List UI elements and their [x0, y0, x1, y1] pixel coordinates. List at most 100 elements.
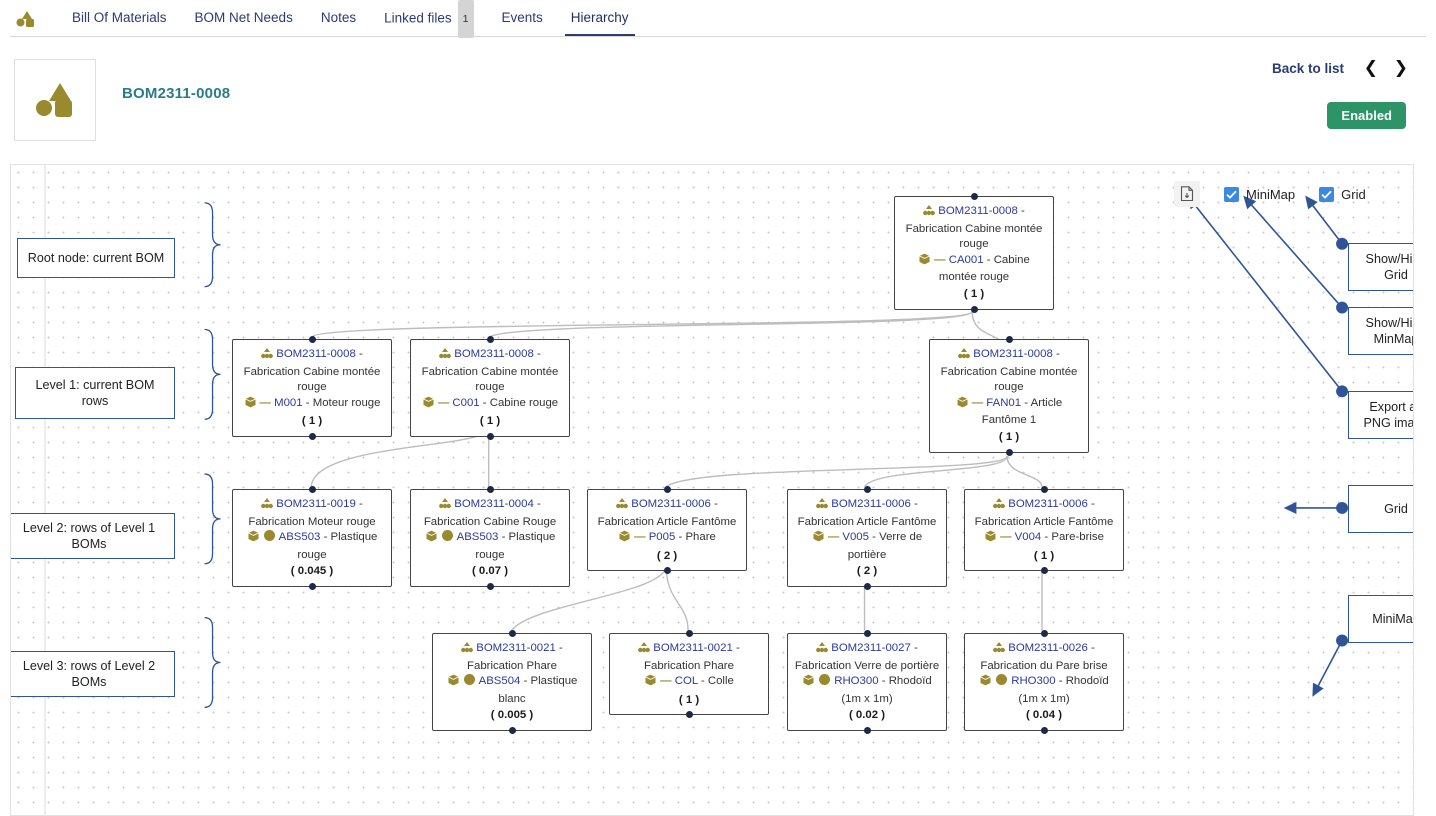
export-png-icon[interactable]	[1174, 181, 1200, 207]
tab-hierarchy[interactable]: Hierarchy	[557, 0, 643, 36]
bom-node-icon	[616, 498, 628, 515]
node-bom-desc: Fabrication Article Fantôme	[975, 516, 1114, 528]
node-port-bottom	[1006, 449, 1013, 456]
graph-node-l1-a[interactable]: BOM2311-0008 - Fabrication Cabine montée…	[232, 339, 392, 437]
chevron-left-icon[interactable]: ❮	[1364, 58, 1378, 78]
tab-bill-of-materials[interactable]: Bill Of Materials	[58, 0, 181, 36]
node-item-code[interactable]: CA001	[949, 254, 984, 266]
node-bom-desc: Fabrication Article Fantôme	[798, 516, 937, 528]
node-port-top	[309, 486, 316, 493]
grid-checkbox[interactable]	[1319, 187, 1334, 202]
graph-node-l3-d[interactable]: BOM2311-0026 - Fabrication du Pare brise…	[964, 633, 1124, 731]
minimap-checkbox[interactable]	[1224, 187, 1239, 202]
node-quantity: ( 0.02 )	[794, 708, 940, 724]
callout-show-hide-minimap: Show/Hide MinMap	[1348, 307, 1414, 355]
node-quantity: ( 0.04 )	[971, 708, 1117, 724]
tab-linked-files[interactable]: Linked files1	[370, 0, 487, 36]
package-icon	[422, 396, 435, 414]
graph-node-l3-c[interactable]: BOM2311-0027 - Fabrication Verre de port…	[787, 633, 947, 731]
graph-node-l2-b[interactable]: BOM2311-0004 - Fabrication Cabine Rouge …	[410, 489, 570, 587]
tab-events[interactable]: Events	[488, 0, 557, 36]
node-item-code[interactable]: P005	[649, 531, 676, 543]
node-bom-desc: Fabrication Cabine montée rouge	[244, 366, 381, 394]
node-bom-code[interactable]: BOM2311-0006	[631, 498, 711, 510]
node-item-code[interactable]: V004	[1015, 531, 1042, 543]
node-port-bottom	[864, 583, 871, 590]
linked-files-count-badge: 1	[458, 0, 474, 38]
node-bom-code[interactable]: BOM2311-0021	[476, 642, 556, 654]
node-bom-code[interactable]: BOM2311-0008	[973, 348, 1053, 360]
graph-node-l2-e[interactable]: BOM2311-0006 - Fabrication Article Fantô…	[964, 489, 1124, 571]
bom-node-icon	[958, 348, 970, 365]
node-port-bottom	[509, 727, 516, 734]
node-port-top	[509, 630, 516, 637]
node-item-code[interactable]: ABS503	[457, 531, 499, 543]
node-bom-code[interactable]: BOM2311-0006	[1008, 498, 1088, 510]
back-to-list-link[interactable]: Back to list	[1272, 61, 1344, 76]
node-item-code[interactable]: C001	[452, 397, 479, 409]
node-port-bottom	[487, 583, 494, 590]
annotation-level-1: Level 1: current BOM rows	[15, 367, 175, 419]
node-bom-code[interactable]: BOM2311-0027	[831, 642, 911, 654]
node-bom-code[interactable]: BOM2311-0026	[1008, 642, 1088, 654]
node-bom-code[interactable]: BOM2311-0021	[653, 642, 733, 654]
annotation-level-2: Level 2: rows of Level 1 BOMs	[10, 513, 175, 559]
graph-node-l2-d[interactable]: BOM2311-0006 - Fabrication Article Fantô…	[787, 489, 947, 587]
node-item-code[interactable]: RHO300	[834, 675, 878, 687]
node-item-code[interactable]: COL	[675, 675, 698, 687]
graph-node-l3-a[interactable]: BOM2311-0021 - Fabrication Phare ABS504 …	[432, 633, 592, 731]
shapes-logo-icon[interactable]	[14, 7, 36, 29]
node-quantity: ( 1 )	[616, 693, 762, 709]
tab-bar-divider	[10, 36, 1426, 37]
node-item-code[interactable]: M001	[274, 397, 303, 409]
graph-node-l2-a[interactable]: BOM2311-0019 - Fabrication Moteur rouge …	[232, 489, 392, 587]
annotation-label: Root node: current BOM	[28, 250, 165, 266]
item-marker-circle-icon	[819, 674, 830, 685]
chevron-right-icon[interactable]: ❯	[1394, 58, 1408, 78]
bom-node-icon	[461, 642, 473, 659]
node-item-code[interactable]: ABS504	[479, 675, 521, 687]
annotation-label: Level 3: rows of Level 2 BOMs	[12, 658, 166, 690]
hierarchy-canvas[interactable]: BOM2311-0008 - Fabrication Cabine montée…	[10, 164, 1414, 816]
callout-label: Show/Hide Grid	[1355, 251, 1414, 283]
node-item-code[interactable]: V005	[842, 531, 869, 543]
node-item-desc: Colle	[708, 675, 734, 687]
status-badge[interactable]: Enabled	[1327, 102, 1406, 129]
graph-node-l1-c[interactable]: BOM2311-0008 - Fabrication Cabine montée…	[929, 339, 1089, 453]
item-marker-circle-icon	[464, 674, 475, 685]
annotation-root-node: Root node: current BOM	[17, 238, 175, 278]
tab-label: Notes	[321, 10, 356, 25]
node-bom-code[interactable]: BOM2311-0008	[938, 205, 1018, 217]
node-bom-desc: Fabrication Phare	[467, 660, 557, 672]
node-item-code[interactable]: RHO300	[1011, 675, 1055, 687]
minimap-checkbox-label[interactable]: MiniMap	[1246, 187, 1295, 202]
node-port-bottom	[686, 711, 693, 718]
node-bom-code[interactable]: BOM2311-0008	[276, 348, 356, 360]
node-bom-code[interactable]: BOM2311-0004	[454, 498, 534, 510]
bom-node-icon	[816, 498, 828, 515]
graph-node-l1-b[interactable]: BOM2311-0008 - Fabrication Cabine montée…	[410, 339, 570, 437]
callout-label: Grid	[1384, 501, 1408, 517]
callout-label: MiniMap	[1372, 611, 1414, 627]
node-bom-code[interactable]: BOM2311-0006	[831, 498, 911, 510]
annotation-level-3: Level 3: rows of Level 2 BOMs	[10, 651, 175, 697]
item-marker-circle-icon	[264, 530, 275, 541]
node-bom-code[interactable]: BOM2311-0008	[454, 348, 534, 360]
tab-bom-net-needs[interactable]: BOM Net Needs	[181, 0, 307, 36]
node-port-bottom	[309, 433, 316, 440]
graph-node-l2-c[interactable]: BOM2311-0006 - Fabrication Article Fantô…	[587, 489, 747, 571]
package-icon	[956, 396, 969, 414]
node-item-code[interactable]: FAN01	[986, 397, 1021, 409]
node-item-desc: Moteur rouge	[313, 397, 381, 409]
graph-node-l3-b[interactable]: BOM2311-0021 - Fabrication Phare — COL -…	[609, 633, 769, 715]
grid-checkbox-label[interactable]: Grid	[1341, 187, 1366, 202]
bom-node-icon	[638, 642, 650, 659]
node-bom-code[interactable]: BOM2311-0019	[276, 498, 356, 510]
package-icon	[984, 530, 997, 548]
bom-node-icon	[261, 348, 273, 365]
node-quantity: ( 1 )	[971, 549, 1117, 565]
node-quantity: ( 0.005 )	[439, 708, 585, 724]
graph-node-root[interactable]: BOM2311-0008 - Fabrication Cabine montée…	[894, 196, 1054, 310]
tab-notes[interactable]: Notes	[307, 0, 370, 36]
node-item-code[interactable]: ABS503	[279, 531, 321, 543]
